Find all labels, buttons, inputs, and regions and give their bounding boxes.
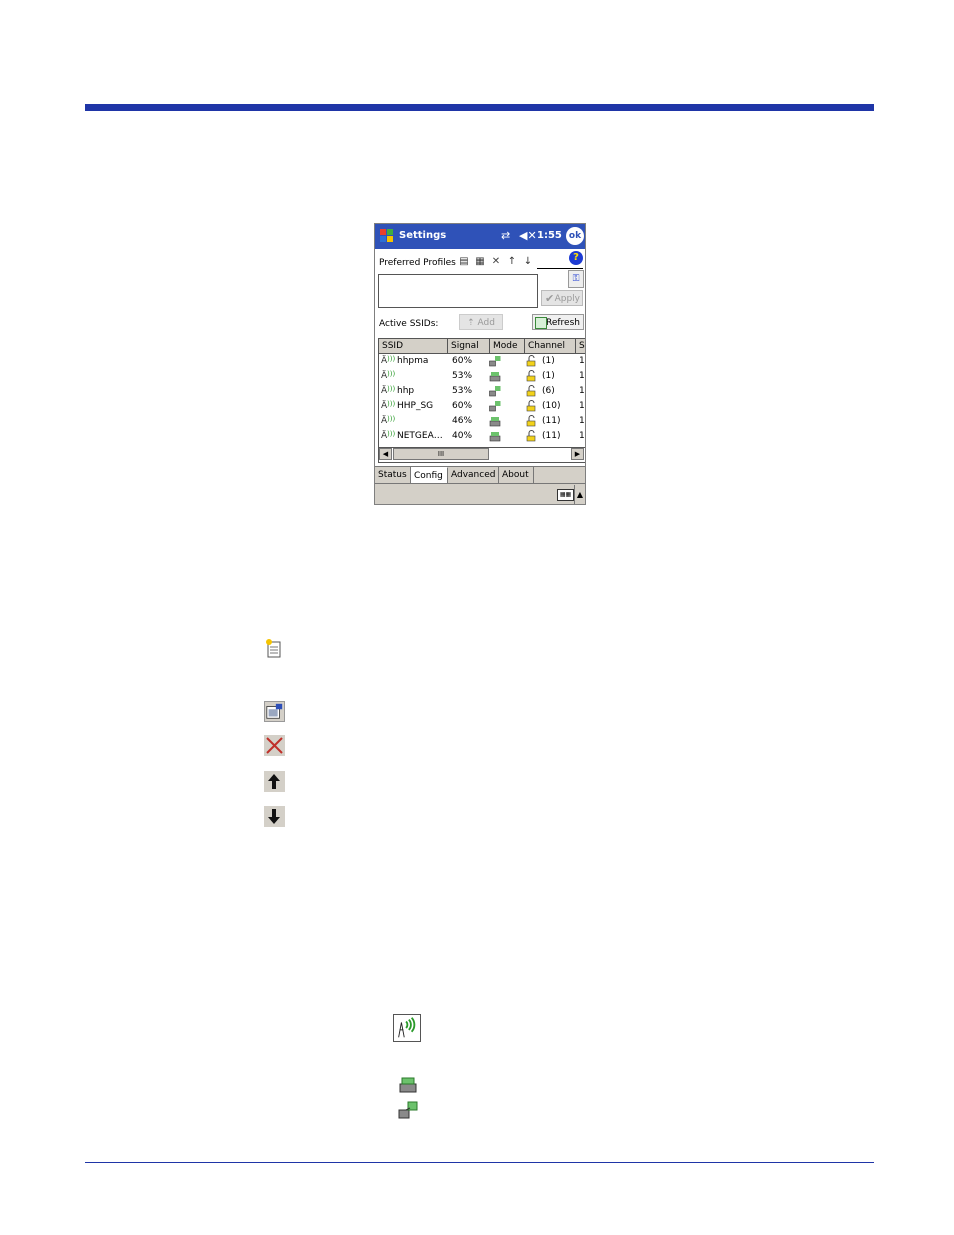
profile-properties-icon bbox=[264, 701, 285, 722]
ad-hoc-mode-icon bbox=[489, 417, 501, 427]
infrastructure-mode-icon bbox=[489, 401, 501, 412]
infrastructure-mode-icon bbox=[398, 1101, 418, 1119]
lock-icon bbox=[526, 415, 536, 427]
scroll-left-icon[interactable]: ◀ bbox=[379, 448, 392, 460]
check-icon: ✔ bbox=[545, 292, 555, 305]
ok-button[interactable]: ok bbox=[566, 227, 584, 245]
ssid-cell: hhpma bbox=[397, 356, 429, 366]
channel-cell: (11) bbox=[542, 431, 561, 441]
delete-profile-icon[interactable]: ✕ bbox=[489, 255, 503, 269]
move-up-icon bbox=[264, 771, 285, 792]
column-header-ssid[interactable]: SSID bbox=[379, 339, 448, 353]
signal-cell: 46% bbox=[452, 416, 473, 426]
apply-button[interactable]: ✔ Apply bbox=[541, 290, 583, 306]
preferred-profiles-label: Preferred Profiles bbox=[379, 258, 456, 268]
lock-icon bbox=[526, 355, 536, 367]
footer-rule bbox=[85, 1162, 874, 1163]
new-profile-icon bbox=[266, 639, 281, 658]
table-row[interactable]: Ä))) 53% (1) 1 bbox=[379, 369, 585, 384]
lock-icon bbox=[526, 430, 536, 442]
scroll-right-icon[interactable]: ▶ bbox=[571, 448, 584, 460]
signal-cell: 53% bbox=[452, 371, 473, 381]
menu-bar: ▦▦ ▲ bbox=[375, 483, 585, 504]
horizontal-scrollbar[interactable]: ◀ III ▶ bbox=[379, 447, 585, 461]
lock-icon bbox=[526, 385, 536, 397]
table-row[interactable]: Ä))) hhpma 60% (1) 1 bbox=[379, 354, 585, 369]
refresh-button[interactable]: Refresh bbox=[532, 314, 584, 330]
extra-cell: 1 bbox=[579, 416, 585, 426]
ad-hoc-mode-icon bbox=[399, 1077, 417, 1093]
app-title: Settings bbox=[399, 230, 447, 241]
move-down-icon[interactable]: ↓ bbox=[521, 255, 535, 269]
start-menu-icon[interactable] bbox=[377, 226, 397, 246]
ssid-cell: HHP_SG bbox=[397, 401, 434, 411]
move-down-icon bbox=[264, 806, 285, 827]
tab-config[interactable]: Config bbox=[411, 467, 448, 484]
key-icon[interactable]: ⚿ bbox=[568, 270, 584, 288]
channel-cell: (10) bbox=[542, 401, 561, 411]
add-button[interactable]: ⇡ Add bbox=[459, 314, 503, 330]
table-row[interactable]: Ä))) 46% (11) 1 bbox=[379, 414, 585, 429]
active-ssids-label: Active SSIDs: bbox=[379, 319, 439, 329]
table-row[interactable]: Ä))) NETGEA… 40% (11) 1 bbox=[379, 429, 585, 444]
connectivity-icon[interactable]: ⇄ bbox=[501, 229, 510, 242]
channel-cell: (1) bbox=[542, 371, 555, 381]
new-profile-icon[interactable]: ▤ bbox=[457, 255, 471, 269]
signal-cell: 60% bbox=[452, 401, 473, 411]
scroll-thumb[interactable]: III bbox=[393, 448, 489, 460]
volume-mute-icon[interactable]: ◀✕ bbox=[519, 229, 537, 242]
ssid-cell: NETGEA… bbox=[397, 431, 443, 441]
table-row[interactable]: Ä))) HHP_SG 60% (10) 1 bbox=[379, 399, 585, 414]
delete-profile-icon bbox=[264, 735, 285, 756]
signal-antenna-icon bbox=[393, 1014, 421, 1042]
signal-cell: 40% bbox=[452, 431, 473, 441]
help-icon[interactable]: ? bbox=[569, 251, 583, 265]
infrastructure-mode-icon bbox=[489, 356, 501, 367]
infrastructure-mode-icon bbox=[489, 386, 501, 397]
sip-arrow-icon[interactable]: ▲ bbox=[574, 485, 585, 504]
preferred-profiles-list[interactable] bbox=[378, 274, 538, 308]
ssid-cell: hhp bbox=[397, 386, 415, 396]
table-header: SSID Signal Mode Channel S bbox=[379, 339, 585, 354]
refresh-label: Refresh bbox=[546, 318, 580, 328]
signal-cell: 60% bbox=[452, 356, 473, 366]
channel-cell: (6) bbox=[542, 386, 555, 396]
table-row[interactable]: Ä))) hhp 53% (6) 1 bbox=[379, 384, 585, 399]
ad-hoc-mode-icon bbox=[489, 372, 501, 382]
tab-status[interactable]: Status bbox=[375, 467, 411, 484]
tab-about[interactable]: About bbox=[499, 467, 534, 484]
title-bar: Settings ⇄ ◀✕ 1:55 ok bbox=[375, 224, 585, 249]
extra-cell: 1 bbox=[579, 386, 585, 396]
column-header-mode[interactable]: Mode bbox=[490, 339, 525, 353]
divider bbox=[537, 268, 583, 269]
extra-cell: 1 bbox=[579, 431, 585, 441]
tab-advanced[interactable]: Advanced bbox=[448, 467, 499, 484]
signal-antenna-icon: Ä))) bbox=[381, 430, 396, 441]
refresh-icon bbox=[535, 317, 547, 329]
extra-cell: 1 bbox=[579, 371, 585, 381]
lock-icon bbox=[526, 400, 536, 412]
clock[interactable]: 1:55 bbox=[537, 230, 562, 241]
apply-label: Apply bbox=[554, 294, 580, 304]
column-header-extra[interactable]: S bbox=[576, 339, 585, 353]
lock-icon bbox=[526, 370, 536, 382]
profile-properties-icon[interactable]: ▦ bbox=[473, 255, 487, 269]
keyboard-icon[interactable]: ▦▦ bbox=[557, 489, 574, 501]
header-rule bbox=[85, 104, 874, 111]
column-header-channel[interactable]: Channel bbox=[525, 339, 576, 353]
move-up-icon[interactable]: ↑ bbox=[505, 255, 519, 269]
signal-cell: 53% bbox=[452, 386, 473, 396]
profiles-toolbar: ▤ ▦ ✕ ↑ ↓ bbox=[457, 255, 537, 269]
tab-bar: Status Config Advanced About bbox=[375, 466, 585, 484]
column-header-signal[interactable]: Signal bbox=[448, 339, 490, 353]
extra-cell: 1 bbox=[579, 401, 585, 411]
channel-cell: (1) bbox=[542, 356, 555, 366]
ad-hoc-mode-icon bbox=[489, 432, 501, 442]
ssid-table[interactable]: SSID Signal Mode Channel S Ä))) hhpma 60% (… bbox=[378, 338, 585, 463]
channel-cell: (11) bbox=[542, 416, 561, 426]
pda-screenshot: Settings ⇄ ◀✕ 1:55 ok ? Preferred Profil… bbox=[374, 223, 586, 505]
add-arrow-icon: ⇡ bbox=[467, 318, 475, 328]
add-label: Add bbox=[477, 318, 495, 328]
extra-cell: 1 bbox=[579, 356, 585, 366]
